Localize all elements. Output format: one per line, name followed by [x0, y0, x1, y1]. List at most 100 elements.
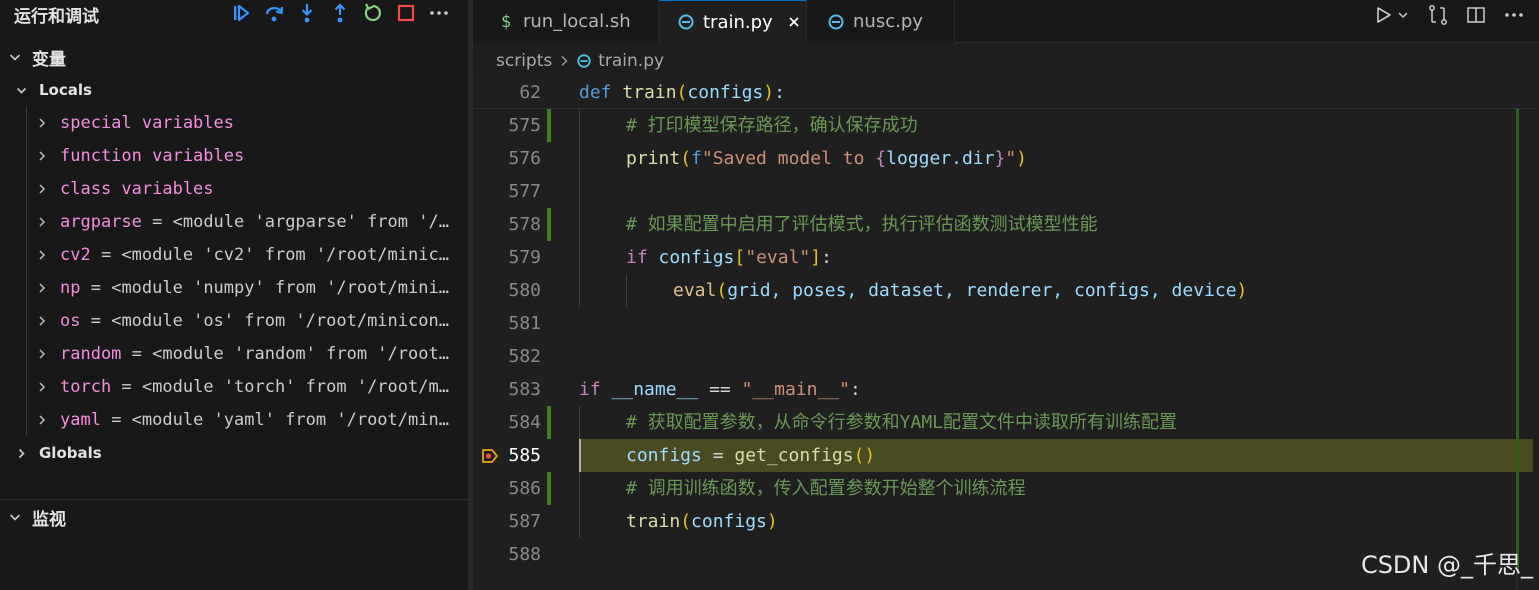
text-cursor — [579, 439, 581, 472]
locals-list: special variables function variables cla… — [0, 106, 468, 436]
variable-value: <module 'argparse' from '/… — [172, 211, 449, 232]
variable-value: <module 'cv2' from '/root/minic… — [121, 244, 449, 265]
variable-value: <module 'yaml' from '/root/min… — [131, 409, 449, 430]
code-line[interactable]: 584 # 获取配置参数，从命令行参数和YAML配置文件中读取所有训练配置 — [473, 406, 1535, 439]
variables-label: 变量 — [32, 49, 66, 70]
variable-name: cv2 — [60, 244, 91, 265]
variable-row[interactable]: np = <module 'numpy' from '/root/mini… — [0, 271, 468, 304]
chevron-right-icon — [561, 56, 568, 66]
editor-actions — [1371, 2, 1529, 28]
watermark: CSDN @_千思_ — [1360, 551, 1533, 579]
variable-row[interactable]: os = <module 'os' from '/root/minicon… — [0, 304, 468, 337]
line-number: 588 — [508, 544, 541, 565]
run-python-file-button[interactable] — [1371, 2, 1415, 28]
tab-run-local-sh[interactable]: $ run_local.sh — [473, 0, 659, 43]
variable-row[interactable]: torch = <module 'torch' from '/root/m… — [0, 370, 468, 403]
variable-name: yaml — [60, 409, 101, 430]
variable-row[interactable]: cv2 = <module 'cv2' from '/root/minic… — [0, 238, 468, 271]
code-line[interactable]: 582 — [473, 340, 1535, 373]
code-text: # 如果配置中启用了评估模式，执行评估函数测试模型性能 — [626, 214, 1098, 235]
compare-changes-icon — [1429, 5, 1447, 25]
variable-value: <module 'torch' from '/root/m… — [141, 376, 449, 397]
variable-row[interactable]: special variables — [0, 106, 468, 139]
breadcrumb-file[interactable]: train.py — [598, 51, 664, 71]
variable-name: os — [60, 310, 81, 331]
variable-value: <module 'numpy' from '/root/mini… — [111, 277, 449, 298]
line-number: 585 — [508, 445, 541, 466]
restart-icon — [364, 3, 381, 22]
code-line[interactable]: 577 — [473, 175, 1535, 208]
modified-gutter-indicator[interactable] — [547, 208, 551, 241]
chevron-right-icon — [39, 216, 46, 227]
tab-nusc-py[interactable]: nusc.py — [807, 0, 955, 43]
code-text: def train(configs): — [579, 82, 785, 103]
modified-gutter-indicator[interactable] — [547, 406, 551, 439]
step-out-button[interactable] — [323, 1, 356, 25]
modified-gutter-indicator[interactable] — [547, 109, 551, 142]
code-line[interactable]: 581 — [473, 307, 1535, 340]
continue-button[interactable] — [224, 1, 257, 25]
code-line[interactable]: 586 # 调用训练函数，传入配置参数开始整个训练流程 — [473, 472, 1535, 505]
line-number: 581 — [508, 313, 541, 334]
tab-train-py[interactable]: train.py — [659, 0, 807, 43]
globals-group-header[interactable]: Globals — [0, 438, 468, 468]
step-out-icon — [334, 3, 345, 23]
watch-section-header[interactable]: 监视 — [0, 502, 468, 532]
step-into-icon — [301, 4, 312, 23]
code-editor[interactable]: 62 def train(configs): 575 # 打印模型保存路径，确认… — [473, 76, 1539, 590]
code-line[interactable]: 576 print(f"Saved model to {logger.dir}"… — [473, 142, 1535, 175]
stop-icon — [397, 4, 414, 22]
split-editor-button[interactable] — [1461, 2, 1491, 28]
modified-gutter-indicator[interactable] — [547, 472, 551, 505]
ellipsis-icon — [429, 11, 448, 15]
code-line[interactable]: 579 if configs["eval"]: — [473, 241, 1535, 274]
variable-row[interactable]: argparse = <module 'argparse' from '/… — [0, 205, 468, 238]
variable-name: function variables — [60, 145, 245, 166]
restart-button[interactable] — [356, 1, 389, 25]
code-text: # 打印模型保存路径，确认保存成功 — [626, 115, 918, 136]
locals-label: Locals — [39, 81, 92, 99]
chevron-right-icon — [39, 348, 46, 359]
ellipsis-icon — [1505, 13, 1523, 17]
sidebar-header: 运行和调试 — [0, 0, 468, 28]
open-changes-button[interactable] — [1423, 2, 1453, 28]
close-icon[interactable] — [787, 15, 801, 29]
code-line[interactable]: 575 # 打印模型保存路径，确认保存成功 — [473, 109, 1535, 142]
variable-row[interactable]: random = <module 'random' from '/root… — [0, 337, 468, 370]
step-over-icon — [265, 6, 283, 22]
chevron-down-icon — [9, 514, 21, 521]
chevron-right-icon — [39, 117, 46, 128]
step-over-button[interactable] — [257, 1, 290, 25]
line-number: 584 — [508, 412, 541, 433]
code-line[interactable]: 580 eval(grid, poses, dataset, renderer,… — [473, 274, 1535, 307]
stop-button[interactable] — [389, 1, 422, 25]
variable-name: np — [60, 277, 81, 298]
code-text: # 调用训练函数，传入配置参数开始整个训练流程 — [626, 478, 1026, 499]
editor-tab-bar: $ run_local.sh train.py nusc.py — [473, 0, 1539, 43]
chevron-right-icon — [39, 150, 46, 161]
variable-row[interactable]: class variables — [0, 172, 468, 205]
code-line[interactable]: 587 train(configs) — [473, 505, 1535, 538]
variables-section-header[interactable]: 变量 — [0, 42, 468, 72]
code-text: if __name__ == "__main__": — [579, 379, 861, 400]
step-into-button[interactable] — [290, 1, 323, 25]
python-icon — [678, 14, 694, 30]
sticky-scroll-line[interactable]: 62 def train(configs): — [473, 76, 1535, 109]
code-text: train(configs) — [626, 511, 778, 532]
line-number: 577 — [508, 181, 541, 202]
code-line[interactable]: 583 if __name__ == "__main__": — [473, 373, 1535, 406]
line-number: 62 — [519, 82, 541, 103]
variable-row[interactable]: function variables — [0, 139, 468, 172]
chevron-right-icon — [39, 183, 46, 194]
sidebar-title: 运行和调试 — [14, 7, 99, 27]
locals-group-header[interactable]: Locals — [0, 75, 468, 105]
variable-row[interactable]: yaml = <module 'yaml' from '/root/min… — [0, 403, 468, 436]
more-actions-button[interactable] — [422, 1, 455, 25]
line-number: 576 — [508, 148, 541, 169]
code-line[interactable]: 578 # 如果配置中启用了评估模式，执行评估函数测试模型性能 — [473, 208, 1535, 241]
variable-name: torch — [60, 376, 112, 397]
breadcrumb-folder[interactable]: scripts — [496, 51, 552, 71]
debug-toolbar — [224, 1, 455, 25]
code-line-current[interactable]: 585 configs = get_configs() — [473, 439, 1535, 472]
more-actions-button[interactable] — [1499, 2, 1529, 28]
